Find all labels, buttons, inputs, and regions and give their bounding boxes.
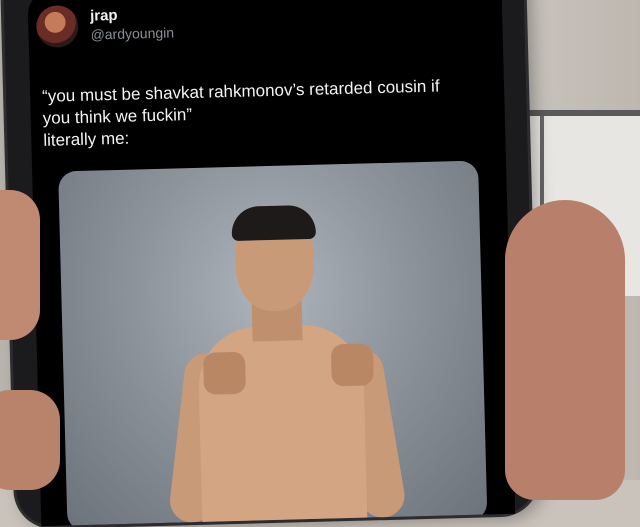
author-names: jrap @ardyoungin xyxy=(90,5,174,43)
left-hand-finger xyxy=(0,190,40,340)
right-thumb xyxy=(505,200,625,500)
display-name[interactable]: jrap xyxy=(90,5,174,25)
fighter-hair xyxy=(231,204,316,241)
fighter-fist-left xyxy=(202,351,247,395)
fighter-fist-right xyxy=(330,343,374,387)
tweet-text: “you must be shavkat rahkmonov’s retarde… xyxy=(42,75,474,152)
avatar[interactable] xyxy=(35,4,79,49)
phone-screen: jrap @ardyoungin “you must be shavkat ra… xyxy=(27,0,516,527)
left-hand-finger xyxy=(0,390,60,490)
phone: jrap @ardyoungin “you must be shavkat ra… xyxy=(2,0,538,527)
user-handle[interactable]: @ardyoungin xyxy=(90,23,174,43)
tweet-header: jrap @ardyoungin xyxy=(35,2,175,49)
tweet-media-image[interactable] xyxy=(58,160,488,527)
